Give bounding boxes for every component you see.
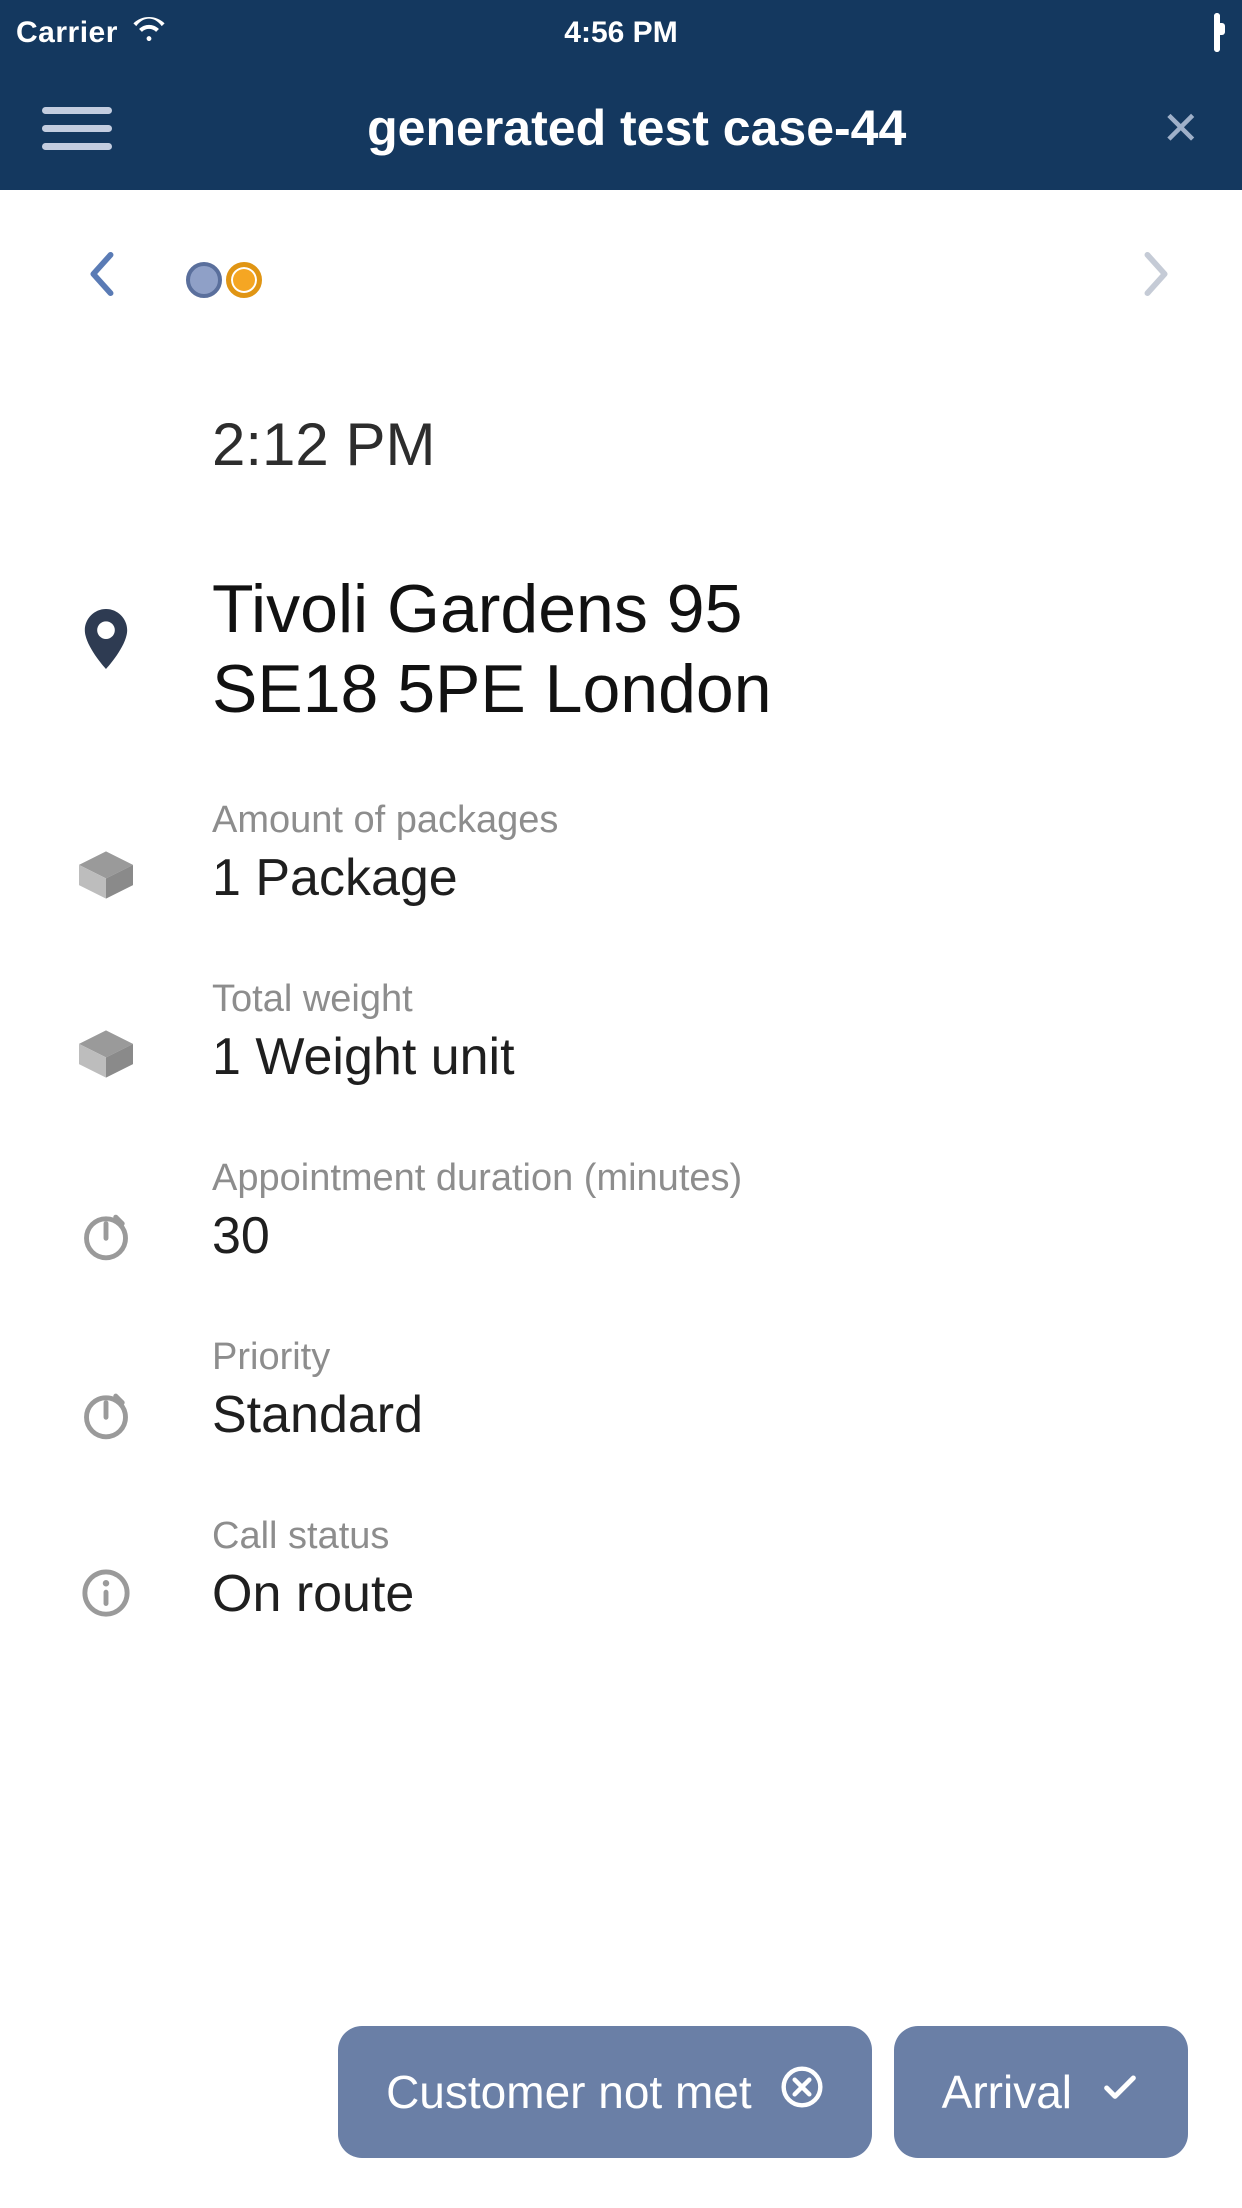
address-line2: SE18 5PE London: [212, 649, 1182, 729]
content: 2:12 PM Tivoli Gardens 95 SE18 5PE Londo…: [0, 190, 1242, 1624]
duration-label: Appointment duration (minutes): [212, 1157, 1182, 1200]
menu-button[interactable]: [42, 107, 112, 150]
arrival-label: Arrival: [942, 2065, 1072, 2119]
customer-not-met-button[interactable]: Customer not met: [338, 2026, 872, 2158]
check-icon: [1100, 2065, 1140, 2119]
weight-value: 1 Weight unit: [212, 1027, 1182, 1087]
packages-value: 1 Package: [212, 848, 1182, 908]
battery-icon: [1214, 16, 1220, 50]
footer-actions: Customer not met Arrival: [338, 2026, 1188, 2158]
wifi-icon: [132, 16, 166, 50]
status-left: Carrier: [16, 16, 166, 50]
pager: [0, 250, 1242, 310]
call-status-label: Call status: [212, 1515, 1182, 1558]
close-button[interactable]: ✕: [1161, 101, 1200, 155]
status-right: [1214, 16, 1220, 50]
next-button[interactable]: [1132, 251, 1182, 309]
info-icon: [80, 1567, 132, 1619]
arrival-button[interactable]: Arrival: [894, 2026, 1188, 2158]
stopwatch-icon: [80, 1209, 132, 1261]
prev-button[interactable]: [76, 251, 126, 309]
page-title: generated test case-44: [367, 99, 906, 157]
box-icon: [79, 851, 133, 899]
call-status-value: On route: [212, 1564, 1182, 1624]
nav-bar: generated test case-44 ✕: [0, 66, 1242, 190]
duration-value: 30: [212, 1206, 1182, 1266]
status-time: 4:56 PM: [564, 16, 677, 50]
status-dots: [186, 262, 262, 298]
customer-not-met-label: Customer not met: [386, 2065, 752, 2119]
x-circle-icon: [780, 2065, 824, 2120]
carrier-label: Carrier: [16, 16, 118, 50]
priority-label: Priority: [212, 1336, 1182, 1379]
status-dot-blue: [186, 262, 222, 298]
scheduled-time: 2:12 PM: [212, 410, 1182, 479]
status-dot-orange: [226, 262, 262, 298]
stopwatch-icon: [80, 1388, 132, 1440]
status-bar: Carrier 4:56 PM: [0, 0, 1242, 66]
address-line1: Tivoli Gardens 95: [212, 569, 1182, 649]
box-icon: [79, 1030, 133, 1078]
address: Tivoli Gardens 95 SE18 5PE London: [212, 569, 1182, 729]
weight-label: Total weight: [212, 978, 1182, 1021]
packages-label: Amount of packages: [212, 799, 1182, 842]
priority-value: Standard: [212, 1385, 1182, 1445]
location-pin-icon: [84, 609, 128, 669]
